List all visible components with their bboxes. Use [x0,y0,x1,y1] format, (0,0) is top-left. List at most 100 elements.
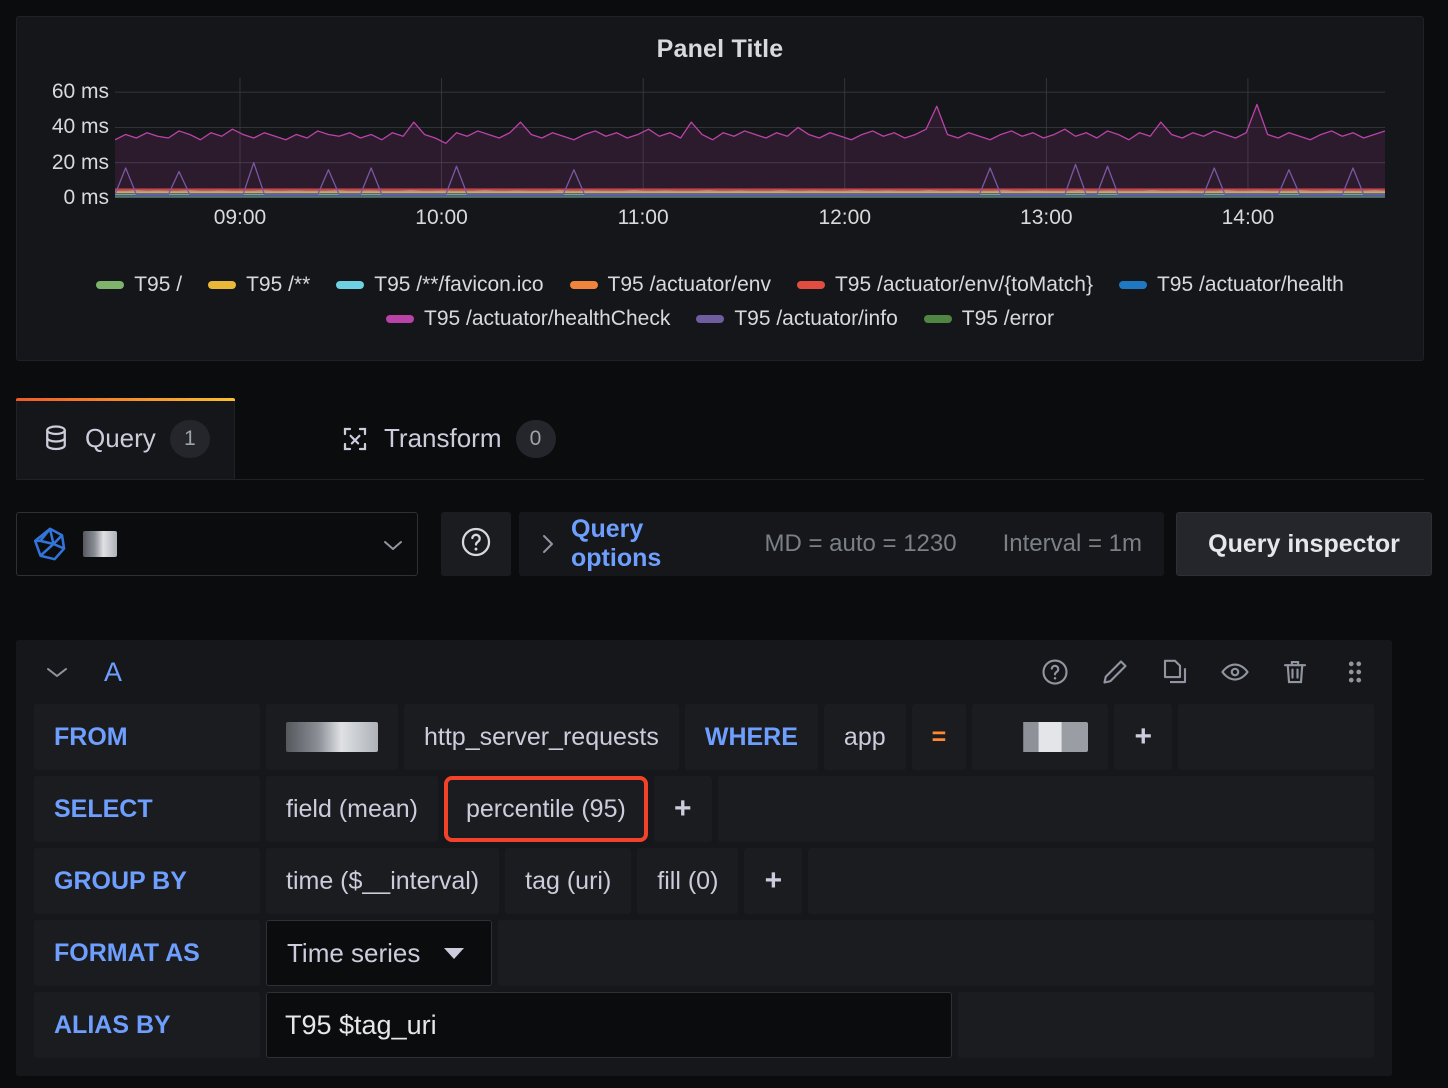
x-tick-label: 12:00 [818,206,871,230]
legend-label: T95 / [134,273,182,297]
x-tick-label: 11:00 [618,206,669,230]
query-inspector-button[interactable]: Query inspector [1176,512,1432,576]
group-by-row: GROUP BY time ($__interval) tag (uri) fi… [34,848,1374,914]
help-icon[interactable] [1040,657,1070,687]
legend-item[interactable]: T95 / [96,273,182,297]
where-label: WHERE [685,704,818,770]
tab-transform-count: 0 [516,420,556,458]
y-tick-label: 0 ms [63,186,109,210]
chart-svg [115,78,1385,198]
alias-by-row: ALIAS BY T95 $tag_uri [34,992,1374,1058]
editor-tab-bar: Query 1 Transform 0 [16,398,1424,480]
legend-item[interactable]: T95 /actuator/info [696,307,897,331]
alias-by-input[interactable]: T95 $tag_uri [266,992,952,1058]
legend-color-swatch [570,281,598,289]
x-tick-label: 13:00 [1020,206,1073,230]
legend-label: T95 /error [962,307,1054,331]
where-value-redacted [992,722,1088,752]
legend-label: T95 /**/favicon.ico [374,273,543,297]
where-operator[interactable]: = [912,704,967,770]
add-group-by-button[interactable]: + [744,848,802,914]
tab-transform[interactable]: Transform 0 [316,398,580,479]
query-options-label[interactable]: Query options [571,515,718,573]
retention-policy-redacted [286,722,378,752]
grafana-panel-edit-screen: Panel Title 60 ms40 ms20 ms0 ms 09:00 10:… [0,0,1448,1088]
transform-icon [340,424,370,454]
x-tick-label: 10:00 [415,206,468,230]
query-editor-card: A [16,640,1392,1076]
legend-item[interactable]: T95 /actuator/healthCheck [386,307,670,331]
query-row-actions [1040,657,1370,687]
where-tag-key[interactable]: app [824,704,906,770]
group-by-fill[interactable]: fill (0) [637,848,738,914]
x-axis: 09:00 10:00 11:00 12:00 13:00 14:00 [115,200,1385,230]
format-as-label: FORMAT AS [34,920,260,986]
chevron-down-icon[interactable] [46,665,68,679]
query-options-strip[interactable]: Query options MD = auto = 1230 Interval … [519,512,1164,576]
legend-label: T95 /actuator/env/{toMatch} [835,273,1093,297]
datasource-name-redacted [83,531,117,557]
group-by-label: GROUP BY [34,848,260,914]
x-tick-label: 09:00 [214,206,267,230]
group-by-tag-uri[interactable]: tag (uri) [505,848,631,914]
format-as-value: Time series [287,938,420,969]
legend-color-swatch [924,315,952,323]
format-as-row-spacer [498,920,1374,986]
select-percentile-95[interactable]: percentile (95) [444,776,648,842]
chevron-down-icon [383,538,403,550]
graph-panel: Panel Title 60 ms40 ms20 ms0 ms 09:00 10:… [16,16,1424,361]
select-row: SELECT field (mean) percentile (95) + [34,776,1374,842]
y-tick-label: 60 ms [52,80,109,104]
group-by-time[interactable]: time ($__interval) [266,848,499,914]
edit-pencil-icon[interactable] [1100,657,1130,687]
legend-item[interactable]: T95 /** [208,273,310,297]
legend-color-swatch [1119,281,1147,289]
tab-query[interactable]: Query 1 [16,398,235,479]
legend-color-swatch [696,315,724,323]
query-options-interval: Interval = 1m [1003,530,1142,558]
add-select-button[interactable]: + [654,776,712,842]
legend-color-swatch [96,281,124,289]
legend-color-swatch [336,281,364,289]
legend-item[interactable]: T95 /actuator/env/{toMatch} [797,273,1093,297]
page-title: Panel Title [17,35,1423,64]
select-field-mean[interactable]: field (mean) [266,776,438,842]
legend-item[interactable]: T95 /**/favicon.ico [336,273,543,297]
tab-transform-label: Transform [384,423,502,454]
database-icon [41,424,71,454]
tab-query-label: Query [85,423,156,454]
datasource-picker[interactable] [16,512,418,576]
measurement-select[interactable]: http_server_requests [404,704,679,770]
legend-label: T95 /actuator/info [734,307,897,331]
plot-area: 60 ms40 ms20 ms0 ms 09:00 10:00 11:00 12:00… [17,78,1423,238]
retention-policy-select[interactable] [266,704,398,770]
trash-icon[interactable] [1280,657,1310,687]
legend-item[interactable]: T95 /error [924,307,1054,331]
query-rows: FROM http_server_requests WHERE app = + … [16,704,1392,1076]
legend-label: T95 /actuator/health [1157,273,1344,297]
from-label: FROM [34,704,260,770]
datasource-help-button[interactable] [441,512,511,576]
query-options-bar: Query options MD = auto = 1230 Interval … [16,512,1432,578]
legend-color-swatch [208,281,236,289]
where-value[interactable] [972,704,1108,770]
select-label: SELECT [34,776,260,842]
from-row-spacer [1178,704,1374,770]
caret-down-icon [444,948,464,959]
query-options-max-datapoints: MD = auto = 1230 [764,530,956,558]
eye-icon[interactable] [1220,657,1250,687]
chevron-right-icon [541,534,555,554]
add-where-button[interactable]: + [1114,704,1172,770]
query-ref-id[interactable]: A [104,657,122,688]
chart-canvas[interactable] [115,78,1385,198]
select-row-spacer [718,776,1374,842]
format-as-row: FORMAT AS Time series [34,920,1374,986]
format-as-select[interactable]: Time series [266,920,492,986]
x-tick-label: 14:00 [1222,206,1275,230]
duplicate-icon[interactable] [1160,657,1190,687]
legend-item[interactable]: T95 /actuator/health [1119,273,1344,297]
query-row-header: A [16,640,1392,704]
legend-item[interactable]: T95 /actuator/env [570,273,771,297]
y-axis: 60 ms40 ms20 ms0 ms [17,78,115,198]
drag-handle-icon[interactable] [1340,657,1370,687]
